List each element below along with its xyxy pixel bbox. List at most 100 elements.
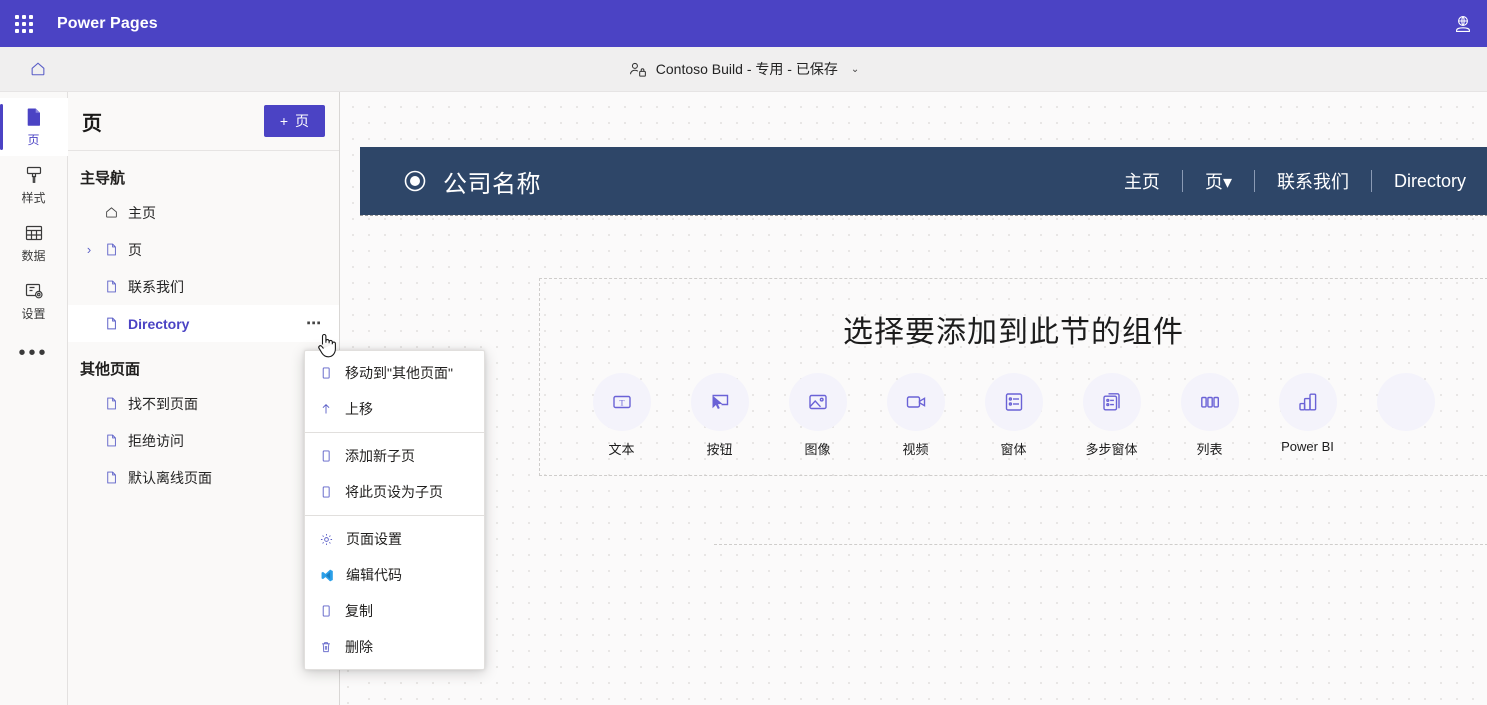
site-nav-link-directory[interactable]: Directory bbox=[1372, 171, 1487, 192]
context-menu-item-edit-code[interactable]: 编辑代码 bbox=[305, 557, 484, 593]
group-title-main-navigation: 主导航 bbox=[80, 170, 126, 187]
component-video-label: 视频 bbox=[902, 442, 929, 457]
site-nav-link-page[interactable]: 页▾ bbox=[1183, 168, 1254, 194]
site-brand[interactable]: 公司名称 bbox=[401, 164, 541, 199]
sidebar-item-access-denied-label: 拒绝访问 bbox=[128, 432, 184, 449]
site-brand-name: 公司名称 bbox=[443, 170, 541, 198]
site-nav: 主页 页▾ 联系我们 Directory bbox=[1102, 168, 1487, 194]
file-icon bbox=[104, 242, 119, 257]
component-multistep-form-label: 多步窗体 bbox=[1085, 442, 1138, 457]
command-bar: Contoso Build - 专用 - 已保存 ⌄ bbox=[0, 47, 1487, 92]
vscode-icon bbox=[319, 568, 334, 583]
context-menu-item-move-to-other-pages[interactable]: 移动到"其他页面" bbox=[305, 355, 484, 391]
power-pages-design-studio: Power Pages Contoso Build - 专用 - 已保存 ⌄ 页… bbox=[0, 0, 1487, 705]
pages-panel-header: 页 + 页 bbox=[68, 92, 339, 151]
rail-item-data[interactable]: 数据 bbox=[0, 214, 68, 272]
home-icon bbox=[29, 60, 47, 78]
site-status-chip[interactable]: Contoso Build - 专用 - 已保存 ⌄ bbox=[628, 59, 859, 79]
page-overflow-menu-button[interactable]: ⋯ bbox=[306, 316, 323, 331]
component-button-label: 按钮 bbox=[706, 442, 733, 457]
component-image-label: 图像 bbox=[804, 442, 831, 457]
rail-more-button[interactable]: ••• bbox=[0, 330, 68, 376]
list-columns-icon bbox=[1180, 373, 1239, 431]
component-text[interactable]: T 文本 bbox=[583, 373, 660, 458]
rail-item-settings-label: 设置 bbox=[21, 307, 46, 321]
globe-person-icon[interactable] bbox=[1447, 8, 1479, 40]
component-clipped[interactable] bbox=[1367, 373, 1444, 439]
context-menu-item-move-up[interactable]: 上移 bbox=[305, 391, 484, 427]
home-outline-icon bbox=[104, 205, 119, 220]
sidebar-item-directory[interactable]: Directory ⋯ bbox=[68, 305, 339, 342]
site-nav-link-contact-us[interactable]: 联系我们 bbox=[1255, 168, 1371, 194]
sidebar-item-home[interactable]: 主页 bbox=[68, 194, 339, 231]
copy-icon bbox=[319, 604, 333, 618]
rail-item-data-label: 数据 bbox=[21, 249, 46, 263]
sidebar-item-page[interactable]: › 页 bbox=[68, 231, 339, 268]
context-menu-item-delete[interactable]: 删除 bbox=[305, 629, 484, 665]
component-form[interactable]: 窗体 bbox=[975, 373, 1052, 458]
section-lower-divider bbox=[714, 544, 1487, 545]
component-video[interactable]: 视频 bbox=[877, 373, 954, 458]
image-icon bbox=[788, 373, 847, 431]
suite-title[interactable]: Power Pages bbox=[57, 15, 158, 33]
canvas-section[interactable]: 选择要添加到此节的组件 T 文本 按钮 图像 视频 窗体 多步窗体 列表 Pow… bbox=[539, 278, 1487, 476]
multistep-form-icon bbox=[1082, 373, 1141, 431]
component-image[interactable]: 图像 bbox=[779, 373, 856, 458]
gear-icon bbox=[319, 532, 334, 547]
rail-item-pages[interactable]: 页 bbox=[0, 98, 68, 156]
context-menu-separator bbox=[305, 515, 484, 516]
people-lock-icon bbox=[628, 60, 647, 79]
page-canvas: 公司名称 主页 页▾ 联系我们 Directory 选择要添加到此节的组件 T … bbox=[340, 92, 1487, 705]
component-button[interactable]: 按钮 bbox=[681, 373, 758, 458]
chevron-down-icon[interactable]: ⌄ bbox=[851, 64, 859, 75]
file-icon bbox=[104, 433, 119, 448]
context-menu-item-move-up-label: 上移 bbox=[345, 401, 373, 417]
form-icon bbox=[984, 373, 1043, 431]
home-button[interactable] bbox=[16, 47, 60, 91]
context-menu-item-add-child-page[interactable]: 添加新子页 bbox=[305, 438, 484, 474]
trash-icon bbox=[319, 640, 333, 654]
site-status-label: Contoso Build - 专用 - 已保存 bbox=[655, 61, 838, 77]
button-cursor-icon bbox=[690, 373, 749, 431]
component-multistep-form[interactable]: 多步窗体 bbox=[1073, 373, 1150, 458]
site-nav-link-home[interactable]: 主页 bbox=[1102, 168, 1182, 194]
file-icon bbox=[104, 316, 119, 331]
sidebar-item-default-offline-page[interactable]: 默认离线页面 bbox=[68, 459, 339, 496]
chevron-right-icon[interactable]: › bbox=[82, 242, 96, 257]
sidebar-item-page-not-found-label: 找不到页面 bbox=[128, 395, 198, 412]
context-menu-item-move-to-other-pages-label: 移动到"其他页面" bbox=[345, 365, 453, 381]
paint-brush-icon bbox=[23, 164, 45, 186]
component-list[interactable]: 列表 bbox=[1171, 373, 1248, 458]
section-title: 选择要添加到此节的组件 bbox=[843, 316, 1184, 349]
app-launcher-button[interactable] bbox=[0, 0, 47, 47]
pages-panel: 页 + 页 主导航 主页 › 页 联系我们 Directory ⋯ 其他页面 找… bbox=[68, 92, 340, 705]
sidebar-item-home-label: 主页 bbox=[128, 204, 156, 221]
context-menu-separator bbox=[305, 432, 484, 433]
group-title-other-pages: 其他页面 bbox=[80, 361, 141, 378]
context-menu-item-add-child-page-label: 添加新子页 bbox=[345, 448, 415, 464]
context-menu-item-page-settings[interactable]: 页面设置 bbox=[305, 521, 484, 557]
left-rail: 页 样式 数据 设置 ••• bbox=[0, 92, 68, 705]
text-box-icon: T bbox=[592, 373, 651, 431]
page-title: 页 bbox=[82, 112, 102, 135]
table-grid-icon bbox=[23, 222, 45, 244]
rail-item-styling[interactable]: 样式 bbox=[0, 156, 68, 214]
component-power-bi[interactable]: Power BI bbox=[1269, 373, 1346, 454]
context-menu-item-delete-label: 删除 bbox=[345, 639, 373, 655]
context-menu-item-copy[interactable]: 复制 bbox=[305, 593, 484, 629]
sidebar-item-page-label: 页 bbox=[128, 241, 142, 258]
sidebar-item-contact-us[interactable]: 联系我们 bbox=[68, 268, 339, 305]
rail-item-settings[interactable]: 设置 bbox=[0, 272, 68, 330]
component-list-label: 列表 bbox=[1196, 442, 1223, 457]
new-page-button[interactable]: + 页 bbox=[263, 105, 325, 137]
sidebar-item-page-not-found[interactable]: 找不到页面 bbox=[68, 385, 339, 422]
video-camera-icon bbox=[886, 373, 945, 431]
waffle-grid-icon bbox=[14, 14, 33, 33]
file-icon bbox=[104, 396, 119, 411]
component-text-label: 文本 bbox=[608, 442, 635, 457]
file-icon bbox=[104, 279, 119, 294]
sidebar-item-access-denied[interactable]: 拒绝访问 bbox=[68, 422, 339, 459]
rail-item-styling-label: 样式 bbox=[21, 191, 46, 205]
component-power-bi-label: Power BI bbox=[1281, 439, 1334, 454]
context-menu-item-make-child-page[interactable]: 将此页设为子页 bbox=[305, 474, 484, 510]
